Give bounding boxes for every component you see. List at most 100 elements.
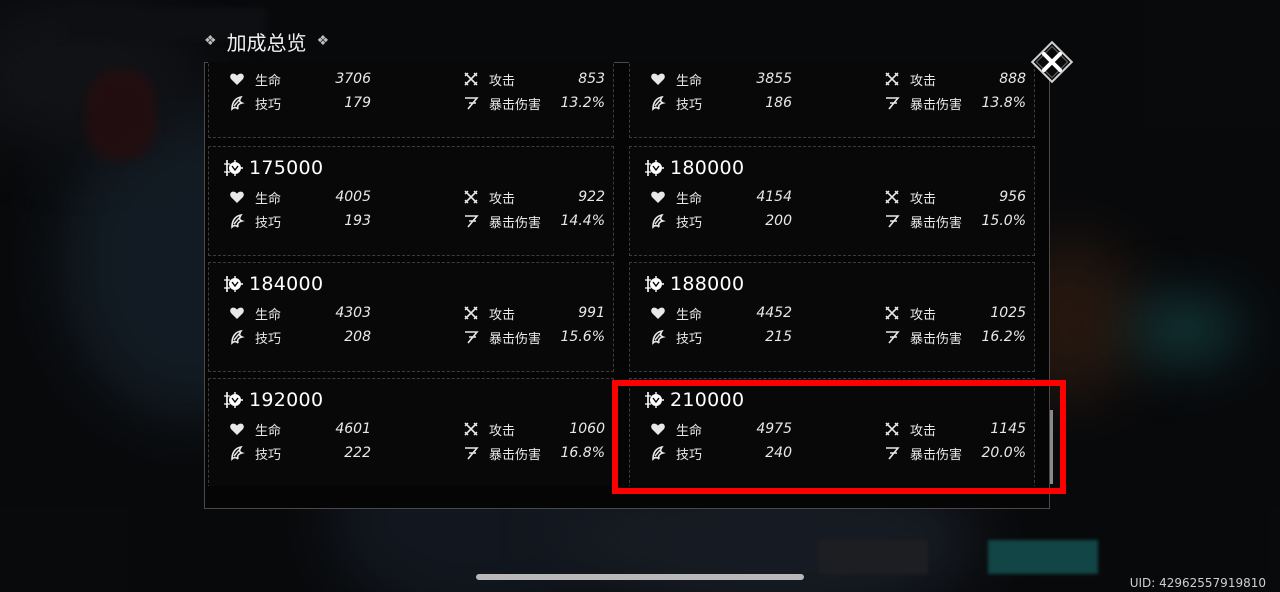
stat-attack: 攻击 991 [463, 303, 605, 323]
stat-skill: 技巧 208 [229, 327, 371, 347]
stat-skill: 技巧 200 [650, 211, 792, 231]
crit-slash-icon [884, 329, 900, 345]
power-emblem-icon [223, 274, 243, 294]
stat-skill: 技巧 179 [229, 93, 371, 113]
stat-hp: 生命 4005 [229, 187, 371, 207]
heart-icon [229, 71, 245, 87]
stat-label: 技巧 [676, 331, 703, 347]
card-header: 192000 [223, 387, 323, 413]
power-emblem-icon [644, 274, 664, 294]
stat-label: 生命 [676, 307, 703, 323]
crossed-swords-icon [463, 305, 479, 321]
stat-label: 生命 [255, 307, 282, 323]
heart-icon [650, 189, 666, 205]
stat-label: 暴击伤害 [910, 215, 963, 231]
stat-value: 922 [578, 189, 605, 205]
skill-icon [650, 95, 666, 111]
skill-icon [229, 213, 245, 229]
stat-value: 13.2% [560, 95, 605, 111]
skill-icon [229, 445, 245, 461]
crossed-swords-icon [463, 421, 479, 437]
home-indicator[interactable] [476, 574, 804, 580]
stat-value: 15.0% [981, 213, 1026, 229]
crossed-swords-icon [884, 305, 900, 321]
stat-label: 技巧 [676, 215, 703, 231]
stat-value: 1025 [990, 305, 1026, 321]
modal-title-text: 加成总览 [226, 30, 307, 55]
stat-skill: 技巧 222 [229, 443, 371, 463]
stat-value: 4154 [756, 189, 792, 205]
stat-value: 4303 [335, 305, 371, 321]
stat-value: 16.8% [560, 445, 605, 461]
skill-icon [650, 329, 666, 345]
stat-label: 攻击 [910, 191, 937, 207]
stat-hp: 生命 4154 [650, 187, 792, 207]
bonus-card: 175000 生命 4005 技巧 193 攻击 922 暴击伤害 14.4% [208, 146, 614, 256]
stat-value: 215 [765, 329, 792, 345]
stat-label: 生命 [676, 191, 703, 207]
crossed-swords-icon [463, 189, 479, 205]
stat-value: 222 [344, 445, 371, 461]
crossed-swords-icon [884, 189, 900, 205]
stat-label: 暴击伤害 [489, 215, 542, 231]
stat-label: 生命 [255, 191, 282, 207]
card-threshold-value: 192000 [249, 389, 324, 411]
stat-label: 技巧 [676, 97, 703, 113]
highlight-box [612, 380, 1066, 494]
card-header: 188000 [644, 271, 744, 297]
crossed-swords-icon [463, 71, 479, 87]
stat-hp: 生命 4452 [650, 303, 792, 323]
stat-crit-damage: 暴击伤害 13.8% [884, 93, 1026, 113]
stat-attack: 攻击 853 [463, 69, 605, 89]
stat-hp: 生命 4601 [229, 419, 371, 439]
power-emblem-icon [644, 158, 664, 178]
stat-crit-damage: 暴击伤害 14.4% [463, 211, 605, 231]
stat-value: 3706 [335, 71, 371, 87]
card-threshold-value: 184000 [249, 273, 324, 295]
stat-attack: 攻击 922 [463, 187, 605, 207]
close-button[interactable] [1028, 38, 1076, 86]
stat-value: 4452 [756, 305, 792, 321]
stat-crit-damage: 暴击伤害 15.6% [463, 327, 605, 347]
crit-slash-icon [884, 213, 900, 229]
stat-label: 生命 [255, 73, 282, 89]
stat-label: 攻击 [489, 191, 516, 207]
stat-value: 853 [578, 71, 605, 87]
skill-icon [229, 329, 245, 345]
stat-value: 200 [765, 213, 792, 229]
heart-icon [650, 305, 666, 321]
crit-slash-icon [463, 329, 479, 345]
card-header: 175000 [223, 155, 323, 181]
stat-value: 14.4% [560, 213, 605, 229]
heart-icon [229, 189, 245, 205]
stat-label: 暴击伤害 [910, 97, 963, 113]
stat-label: 技巧 [255, 215, 282, 231]
skill-icon [229, 95, 245, 111]
stat-label: 暴击伤害 [910, 331, 963, 347]
bonus-card: 180000 生命 4154 技巧 200 攻击 956 暴击伤害 15.0% [629, 146, 1035, 256]
uid-label: UID: 42962557919810 [1129, 576, 1266, 590]
stat-hp: 生命 4303 [229, 303, 371, 323]
power-emblem-icon [223, 390, 243, 410]
stat-value: 13.8% [981, 95, 1026, 111]
stat-crit-damage: 暴击伤害 16.2% [884, 327, 1026, 347]
stat-value: 3855 [756, 71, 792, 87]
stat-label: 攻击 [489, 307, 516, 323]
stat-value: 4005 [335, 189, 371, 205]
card-header: 184000 [223, 271, 323, 297]
crit-slash-icon [463, 95, 479, 111]
crit-slash-icon [884, 95, 900, 111]
stat-label: 攻击 [910, 307, 937, 323]
close-x-icon [1030, 40, 1074, 84]
crit-slash-icon [463, 213, 479, 229]
crit-slash-icon [463, 445, 479, 461]
card-threshold-value: 180000 [670, 157, 745, 179]
power-emblem-icon [223, 158, 243, 178]
stat-value: 15.6% [560, 329, 605, 345]
stat-skill: 技巧 193 [229, 211, 371, 231]
stat-value: 888 [999, 71, 1026, 87]
stat-hp: 生命 3855 [650, 69, 792, 89]
card-threshold-value: 175000 [249, 157, 324, 179]
stat-value: 186 [765, 95, 792, 111]
stat-value: 193 [344, 213, 371, 229]
